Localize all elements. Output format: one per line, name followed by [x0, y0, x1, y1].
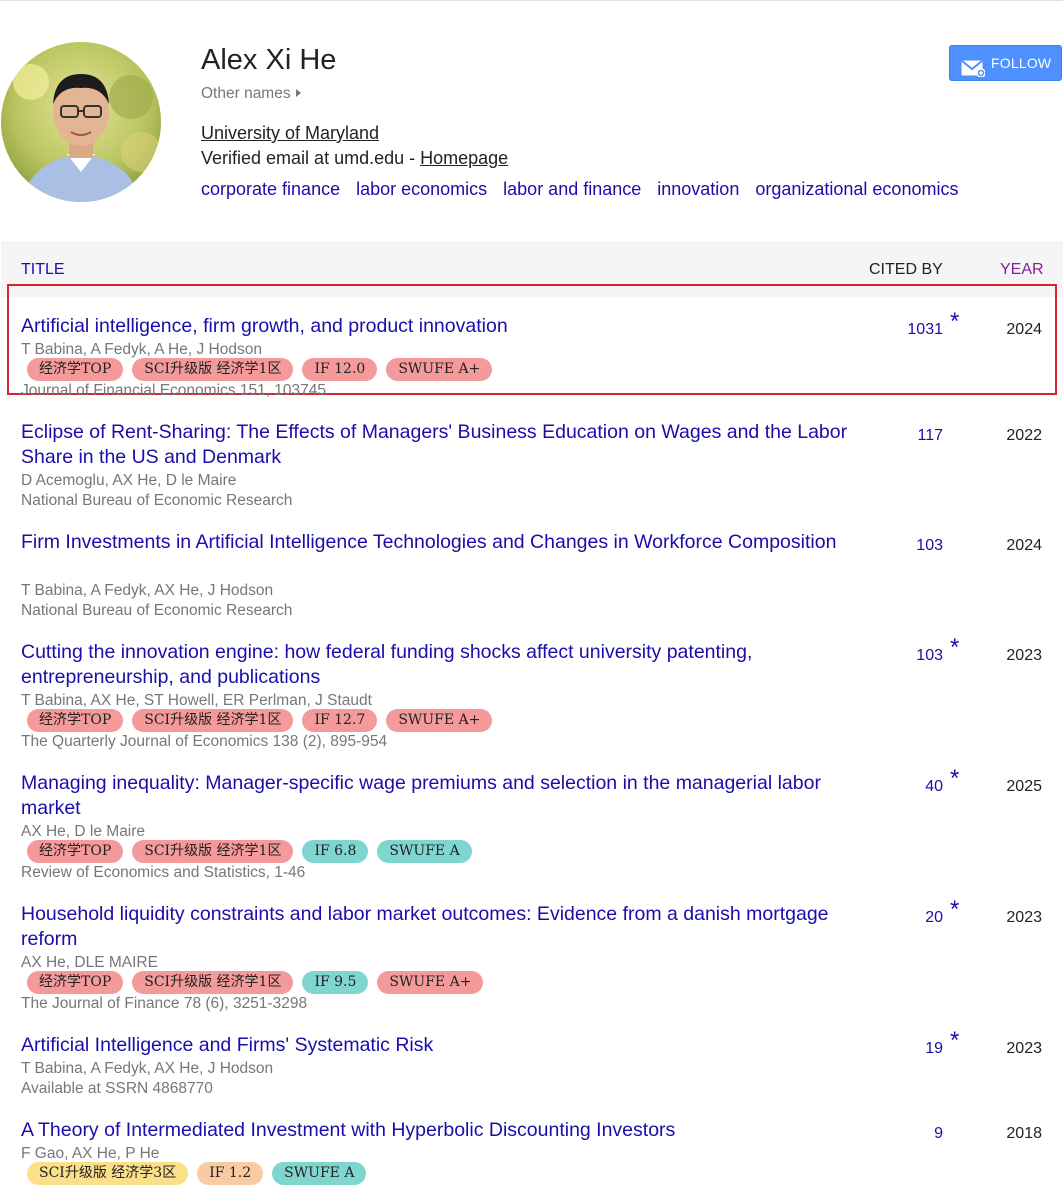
follow-button[interactable]: FOLLOW	[949, 45, 1062, 81]
cited-count[interactable]: 40	[925, 777, 943, 797]
article-year: 2023	[1006, 647, 1042, 664]
article-authors: T Babina, A Fedyk, AX He, J Hodson	[21, 1060, 274, 1077]
article-authors: F Gao, AX He, P He	[21, 1145, 160, 1162]
email-line: Verified email at umd.edu - Homepage	[201, 147, 508, 169]
follow-label: FOLLOW	[991, 55, 1052, 71]
journal-tag: IF 12.7	[302, 709, 378, 732]
homepage-link[interactable]: Homepage	[420, 148, 508, 168]
journal-tag: SWUFE A+	[377, 971, 484, 994]
journal-tags: SCI升级版 经济学3区 IF 1.2 SWUFE A	[27, 1162, 375, 1186]
journal-tag: 经济学TOP	[27, 709, 124, 732]
article-title[interactable]: Cutting the innovation engine: how feder…	[21, 640, 861, 690]
journal-tag: IF 6.8	[302, 840, 369, 863]
article-venue: Review of Economics and Statistics, 1-46	[21, 864, 306, 881]
interest-link[interactable]: labor and finance	[503, 179, 641, 199]
article-year: 2023	[1006, 1040, 1042, 1057]
journal-tag: 经济学TOP	[27, 971, 124, 994]
article-authors: T Babina, A Fedyk, A He, J Hodson	[21, 341, 262, 358]
article-venue: National Bureau of Economic Research	[21, 602, 293, 619]
other-names-label: Other names	[201, 85, 291, 102]
article-title[interactable]: A Theory of Intermediated Investment wit…	[21, 1118, 861, 1143]
journal-tag: SWUFE A+	[386, 358, 493, 381]
interest-link[interactable]: labor economics	[356, 179, 487, 199]
article-year: 2025	[1006, 778, 1042, 795]
journal-tag: SWUFE A	[377, 840, 472, 863]
article-authors: AX He, D le Maire	[21, 823, 146, 840]
journal-tag: 经济学TOP	[27, 840, 124, 863]
profile-avatar	[1, 42, 161, 202]
article-year: 2018	[1006, 1125, 1042, 1142]
cited-count[interactable]: 20	[925, 908, 943, 928]
article-authors: D Acemoglu, AX He, D le Maire	[21, 472, 237, 489]
journal-tag: IF 9.5	[302, 971, 369, 994]
cited-count[interactable]: 1031	[907, 320, 943, 340]
interest-link[interactable]: corporate finance	[201, 179, 340, 199]
article-year: 2022	[1006, 427, 1042, 444]
cited-count[interactable]: 19	[925, 1039, 943, 1059]
article-title[interactable]: Artificial Intelligence and Firms' Syste…	[21, 1033, 861, 1058]
journal-tag: 经济学TOP	[27, 358, 124, 381]
journal-tag: SCI升级版 经济学1区	[132, 709, 294, 732]
interest-link[interactable]: innovation	[657, 179, 739, 199]
journal-tags: 经济学TOP SCI升级版 经济学1区 IF 9.5 SWUFE A+	[27, 971, 492, 995]
journal-tag: SCI升级版 经济学1区	[132, 971, 294, 994]
article-year: 2024	[1006, 321, 1042, 338]
journal-tags: 经济学TOP SCI升级版 经济学1区 IF 12.0 SWUFE A+	[27, 358, 501, 382]
research-interests: corporate finance labor economics labor an…	[201, 178, 974, 200]
article-venue: The Journal of Finance 78 (6), 3251-3298	[21, 995, 308, 1012]
cited-count[interactable]: 103	[916, 536, 943, 556]
affiliation-link[interactable]: University of Maryland	[201, 122, 379, 144]
article-venue: Available at SSRN 4868770	[21, 1080, 213, 1097]
article-title[interactable]: Managing inequality: Manager-specific wa…	[21, 771, 861, 821]
journal-tags: 经济学TOP SCI升级版 经济学1区 IF 12.7 SWUFE A+	[27, 709, 501, 733]
article-authors: AX He, DLE MAIRE	[21, 954, 158, 971]
journal-tags: 经济学TOP SCI升级版 经济学1区 IF 6.8 SWUFE A	[27, 840, 481, 864]
article-title[interactable]: Firm Investments in Artificial Intellige…	[21, 530, 861, 555]
article-venue: The Quarterly Journal of Economics 138 (…	[21, 733, 388, 750]
journal-tag: SCI升级版 经济学1区	[132, 358, 294, 381]
interest-link[interactable]: organizational economics	[755, 179, 958, 199]
mail-icon	[961, 55, 986, 89]
article-venue: Journal of Financial Economics 151, 1037…	[21, 382, 327, 399]
article-authors: T Babina, A Fedyk, AX He, J Hodson	[21, 582, 274, 599]
journal-tag: SWUFE A	[272, 1162, 367, 1185]
journal-tag: SWUFE A+	[386, 709, 493, 732]
article-title[interactable]: Artificial intelligence, firm growth, an…	[21, 314, 861, 339]
star-marker: *	[950, 634, 960, 661]
article-authors: T Babina, AX He, ST Howell, ER Perlman, …	[21, 692, 372, 709]
cited-count[interactable]: 117	[917, 426, 943, 446]
article-year: 2024	[1006, 537, 1042, 554]
profile-name: Alex Xi He	[201, 44, 337, 76]
article-year: 2023	[1006, 909, 1042, 926]
journal-tag: IF 1.2	[197, 1162, 264, 1185]
star-marker: *	[950, 308, 960, 335]
caret-right-icon	[295, 89, 301, 97]
article-venue: National Bureau of Economic Research	[21, 492, 293, 509]
cited-count[interactable]: 103	[916, 646, 943, 666]
article-title[interactable]: Eclipse of Rent-Sharing: The Effects of …	[21, 420, 861, 470]
cited-count[interactable]: 9	[934, 1124, 943, 1144]
top-divider	[0, 0, 1063, 1]
article-title[interactable]: Household liquidity constraints and labo…	[21, 902, 861, 952]
star-marker: *	[950, 1027, 960, 1054]
journal-tag: SCI升级版 经济学3区	[27, 1162, 189, 1185]
star-marker: *	[950, 896, 960, 923]
verified-email: Verified email at umd.edu -	[201, 148, 421, 168]
journal-tag: IF 12.0	[302, 358, 378, 381]
other-names-toggle[interactable]: Other names	[201, 84, 301, 104]
journal-tag: SCI升级版 经济学1区	[132, 840, 294, 863]
star-marker: *	[950, 765, 960, 792]
